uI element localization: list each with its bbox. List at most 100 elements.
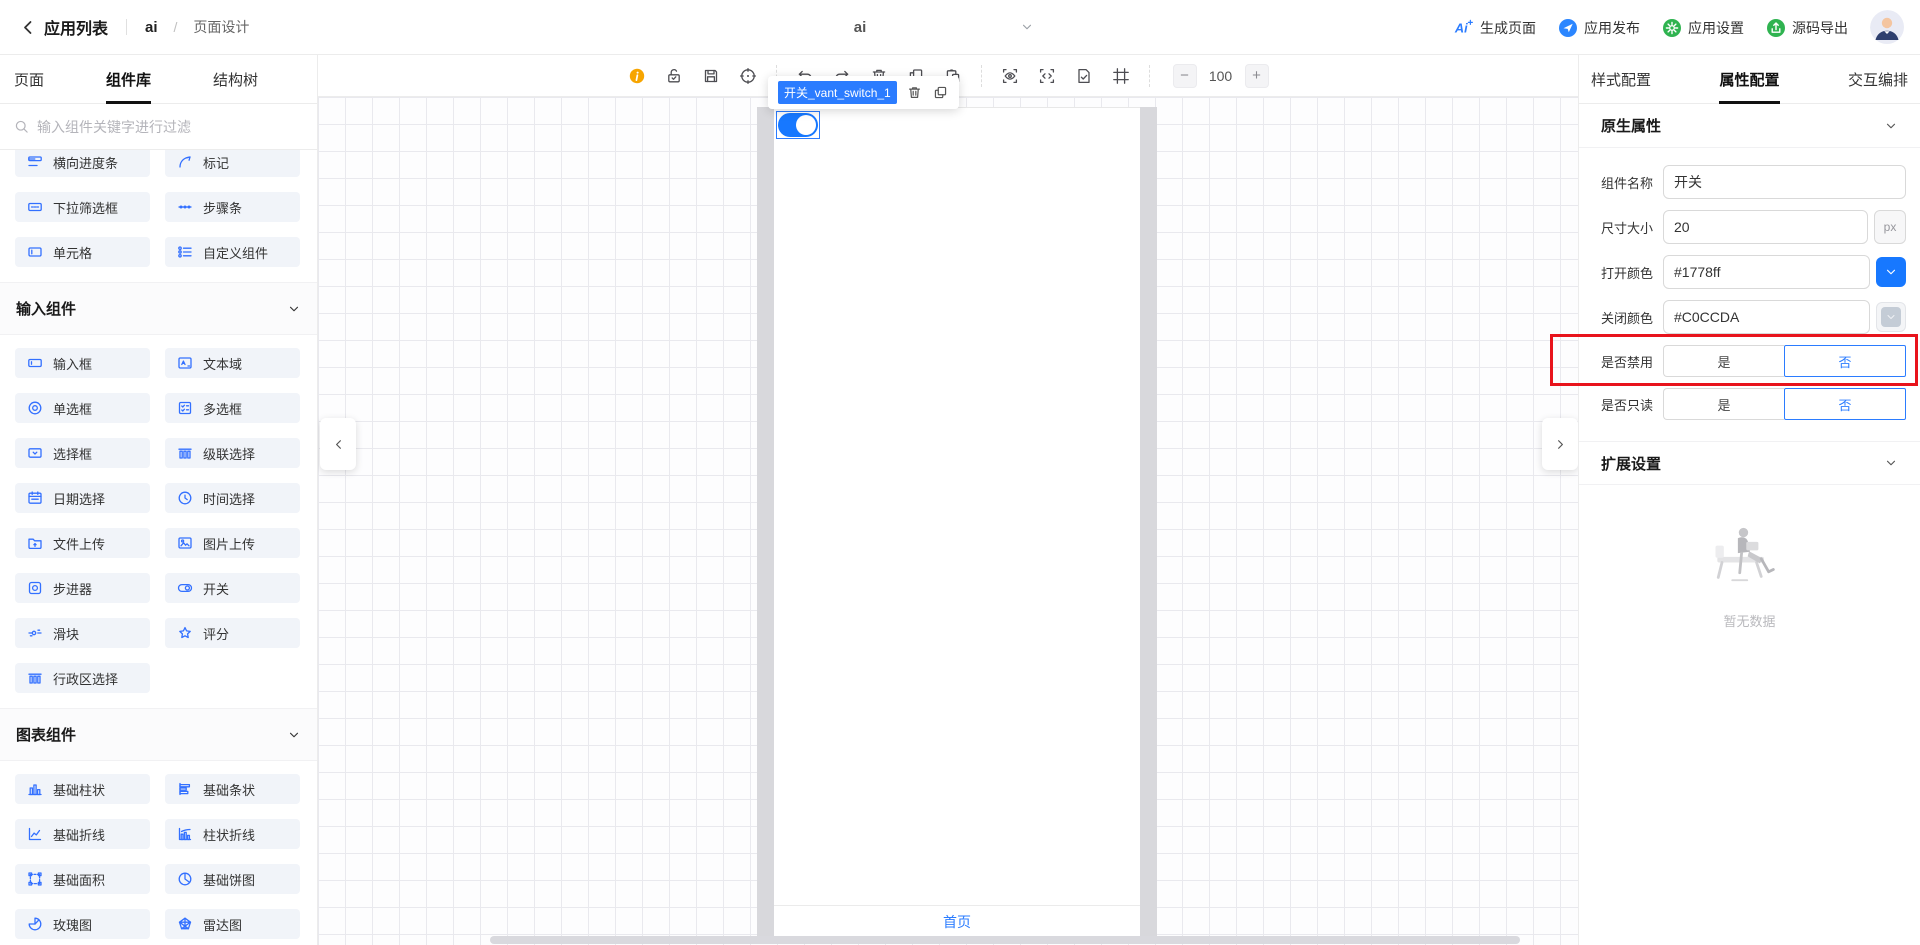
unlock-icon[interactable] [665, 67, 683, 85]
user-avatar[interactable] [1870, 9, 1906, 46]
component-chip-label: 柱状折线 [203, 827, 256, 843]
component-list: 横向进度条 标记 下拉筛选框 步骤条单元格 自定义组件输入组件输入框 文本域单选框 多选框选… [0, 150, 317, 945]
color-swatch-button[interactable] [1876, 302, 1906, 332]
component-chip-label: 时间选择 [203, 491, 256, 507]
empty-illustration-icon [1708, 513, 1792, 597]
zoom-out-button[interactable]: − [1172, 63, 1197, 88]
ext-settings-section-header[interactable]: 扩展设置 [1579, 441, 1920, 485]
component-chip[interactable]: 日期选择 [15, 483, 150, 513]
component-chip-label: 开关 [203, 581, 230, 597]
chevron-down-icon [287, 302, 301, 316]
sidebar-tab-components[interactable]: 组件库 [106, 55, 152, 104]
page-select-dropdown[interactable]: ai [680, 0, 1040, 55]
back-to-app-list[interactable]: 应用列表 [20, 15, 108, 39]
component-chip[interactable]: 自定义组件 [165, 237, 300, 267]
header-action-export[interactable]: 源码导出 [1766, 18, 1848, 38]
component-chip[interactable]: 基础条状 [165, 774, 300, 804]
component-chip[interactable]: 玫瑰图 [15, 909, 150, 939]
inspector-tab-props[interactable]: 属性配置 [1719, 55, 1780, 104]
component-chip[interactable]: 柱状折线 [165, 819, 300, 849]
field-input[interactable] [1663, 300, 1870, 334]
component-chip[interactable]: 基础柱状 [15, 774, 150, 804]
component-chip[interactable]: 输入框 [15, 348, 150, 378]
header-action-ai-logo[interactable]: Ai 生成页面 [1454, 18, 1536, 38]
component-chip[interactable]: 标记 [165, 150, 300, 177]
component-chip[interactable]: 级联选择 [165, 438, 300, 468]
chevron-down-icon [1884, 456, 1898, 470]
save-icon[interactable] [702, 67, 720, 85]
cascade-icon [177, 445, 193, 461]
segmented-option-selected[interactable]: 否 [1784, 345, 1906, 377]
delete-component-icon[interactable] [907, 85, 923, 101]
inspector-tab-interaction[interactable]: 交互编排 [1848, 55, 1908, 104]
component-chip[interactable]: 单选框 [15, 393, 150, 423]
component-chip-label: 单选框 [53, 401, 93, 417]
chart-area-icon [27, 871, 43, 887]
tabbar-home-tab[interactable]: 首页 [943, 912, 971, 932]
sidebar-tab-tree[interactable]: 结构树 [213, 55, 258, 104]
component-chip[interactable]: 横向进度条 [15, 150, 150, 177]
collapse-sidebar-handle[interactable] [320, 418, 356, 470]
sidebar-tab-pages[interactable]: 页面 [14, 55, 44, 104]
component-chip[interactable]: 评分 [165, 618, 300, 648]
component-search-input[interactable] [37, 118, 277, 135]
image-upload-icon [177, 535, 193, 551]
component-chip[interactable]: 单元格 [15, 237, 150, 267]
zoom-control: −100 + [1172, 63, 1269, 88]
component-chip[interactable]: 开关 [165, 573, 300, 603]
field-input[interactable] [1663, 165, 1906, 199]
component-chip[interactable]: 文本域 [165, 348, 300, 378]
preview-icon[interactable] [1001, 67, 1019, 85]
target-icon[interactable] [739, 67, 757, 85]
component-chip[interactable]: 步骤条 [165, 192, 300, 222]
component-chip[interactable]: 基础饼图 [165, 864, 300, 894]
segmented-option-unselected[interactable]: 是 [1663, 388, 1784, 420]
breadcrumb-app-name[interactable]: ai [145, 19, 158, 36]
component-group-title: 输入组件 [16, 301, 77, 318]
collapse-inspector-handle[interactable] [1542, 418, 1578, 470]
frame-icon[interactable] [1112, 67, 1130, 85]
field-input[interactable] [1663, 210, 1868, 244]
component-chip[interactable]: 选择框 [15, 438, 150, 468]
component-chip[interactable]: 雷达图 [165, 909, 300, 939]
selected-switch-component[interactable] [776, 111, 820, 139]
header-action-publish[interactable]: 应用发布 [1558, 18, 1640, 38]
component-chip[interactable]: 行政区选择 [15, 663, 150, 693]
component-chip[interactable]: 时间选择 [165, 483, 300, 513]
selected-component-label: 开关_vant_switch_1 [778, 81, 897, 104]
field-input[interactable] [1663, 255, 1870, 289]
color-swatch-button[interactable] [1876, 257, 1906, 287]
horizontal-scrollbar[interactable] [490, 936, 1520, 944]
phone-screen[interactable]: 首页 [774, 107, 1140, 938]
district-icon [27, 670, 43, 686]
component-chip[interactable]: 图片上传 [165, 528, 300, 558]
time-icon [177, 490, 193, 506]
component-chip[interactable]: 基础面积 [15, 864, 150, 894]
native-props-section-header[interactable]: 原生属性 [1579, 104, 1920, 148]
component-chip[interactable]: 步进器 [15, 573, 150, 603]
component-group-header[interactable]: 图表组件 [0, 708, 317, 761]
component-chip[interactable]: 多选框 [165, 393, 300, 423]
zoom-in-button[interactable]: + [1244, 63, 1269, 88]
component-chip[interactable]: 下拉筛选框 [15, 192, 150, 222]
segmented-option-selected[interactable]: 否 [1784, 388, 1906, 420]
component-chip[interactable]: 文件上传 [15, 528, 150, 558]
inspector-tab-style[interactable]: 样式配置 [1591, 55, 1651, 104]
chevron-down-icon [1884, 456, 1898, 470]
segmented-option-unselected[interactable]: 是 [1663, 345, 1784, 377]
doc-check-icon[interactable] [1075, 67, 1093, 85]
avatar-icon [1870, 9, 1906, 44]
component-chip[interactable]: 滑块 [15, 618, 150, 648]
empty-illustration [1708, 513, 1792, 597]
copy-component-icon[interactable] [933, 85, 949, 101]
component-group-header[interactable]: 输入组件 [0, 282, 317, 335]
info-icon[interactable] [628, 67, 646, 85]
component-chip-label: 步骤条 [203, 200, 243, 216]
code-icon[interactable] [1038, 67, 1056, 85]
switch-widget[interactable] [778, 113, 818, 137]
header-action-settings[interactable]: 应用设置 [1662, 18, 1744, 38]
component-chip[interactable]: 基础折线 [15, 819, 150, 849]
chevron-down-icon [1884, 265, 1898, 279]
component-chip-label: 评分 [203, 626, 230, 642]
ai-logo-icon: Ai [1454, 18, 1474, 38]
